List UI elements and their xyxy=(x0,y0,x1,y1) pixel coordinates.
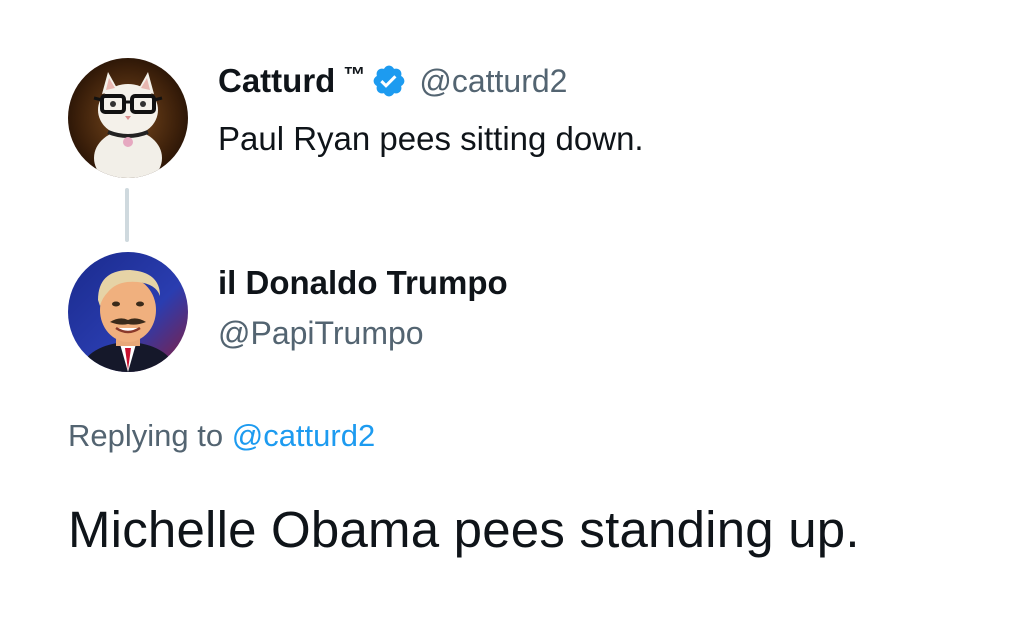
reply-tweet-text: Michelle Obama pees standing up. xyxy=(68,501,860,558)
catturd-display-name[interactable]: Catturd xyxy=(218,62,335,100)
papitrumpo-display-name[interactable]: il Donaldo Trumpo xyxy=(218,264,508,302)
trademark-symbol: ™ xyxy=(343,62,366,87)
papitrumpo-handle[interactable]: @PapiTrumpo xyxy=(218,315,424,352)
catturd-avatar[interactable] xyxy=(68,58,188,178)
quoted-tweet-text: Paul Ryan pees sitting down. xyxy=(218,120,644,157)
replying-to-mention-link[interactable]: @catturd2 xyxy=(232,418,375,453)
replying-to-label: Replying to xyxy=(68,418,224,453)
cat-avatar-icon xyxy=(68,58,188,178)
quoted-tweet-header: Catturd ™ @catturd2 xyxy=(218,62,567,100)
thread-connector-line xyxy=(125,188,129,242)
replying-to-line: Replying to @catturd2 xyxy=(68,418,375,454)
person-avatar-icon xyxy=(68,252,188,372)
catturd-handle[interactable]: @catturd2 xyxy=(419,63,567,100)
verified-badge-icon xyxy=(371,63,407,99)
tweet-thread: Catturd ™ @catturd2 Paul Ryan pees sitti… xyxy=(0,0,1022,631)
papitrumpo-avatar[interactable] xyxy=(68,252,188,372)
